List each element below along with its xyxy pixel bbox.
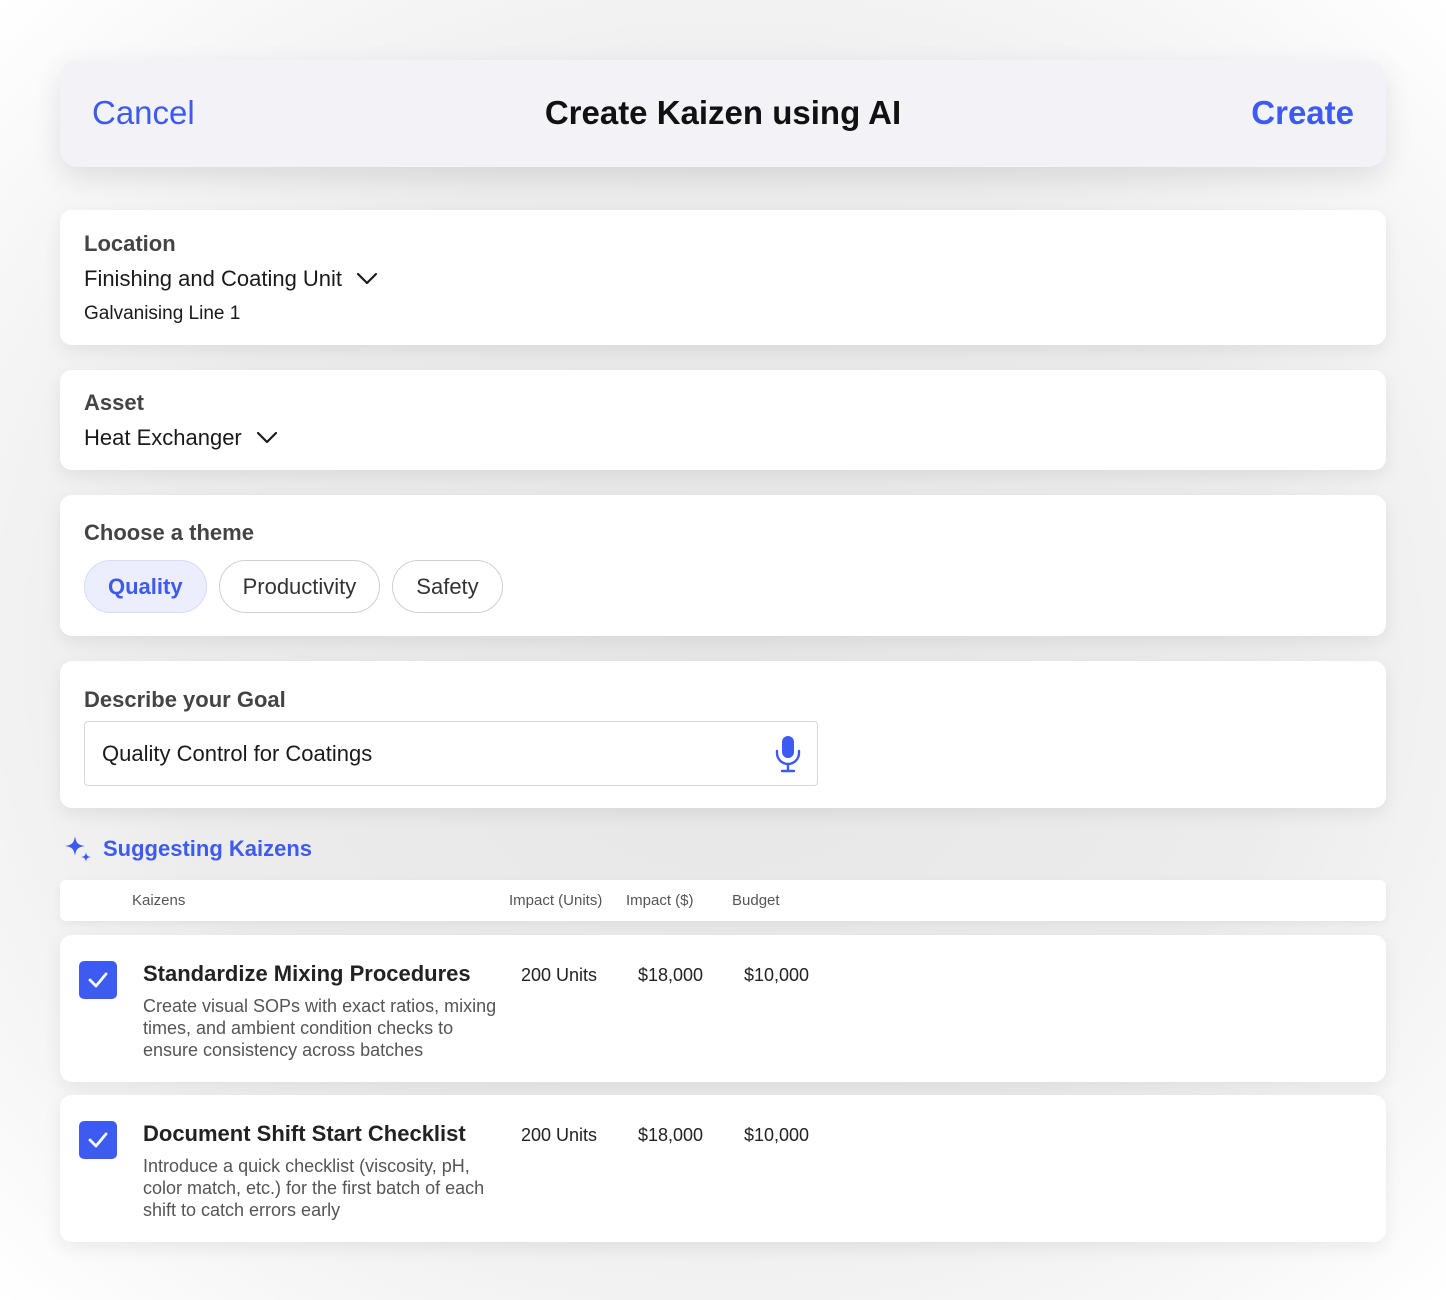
page-title: Create Kaizen using AI xyxy=(544,94,902,131)
kaizen-row: Document Shift Start Checklist Introduce… xyxy=(60,1095,1386,1242)
goal-input[interactable]: Quality Control for Coatings xyxy=(84,721,818,786)
location-card: Location Finishing and Coating Unit Galv… xyxy=(60,210,1386,345)
kaizen-description: Introduce a quick checklist (viscosity, … xyxy=(143,1156,485,1220)
goal-label: Describe your Goal xyxy=(84,687,286,712)
navigation-bar: Cancel Create Kaizen using AI Create xyxy=(60,60,1386,167)
microphone-icon[interactable] xyxy=(773,735,803,773)
create-button[interactable]: Create xyxy=(1251,94,1354,132)
kaizen-budget: $10,000 xyxy=(744,965,810,985)
kaizen-row: Standardize Mixing Procedures Create vis… xyxy=(60,935,1386,1082)
kaizen-title: Document Shift Start Checklist xyxy=(143,1121,466,1146)
chevron-down-icon xyxy=(356,272,378,285)
kaizen-table-header: Kaizens Impact (Units) Impact ($) Budget xyxy=(60,880,1386,921)
kaizen-row-checkbox[interactable] xyxy=(79,961,117,999)
column-header-impact-dollars: Impact ($) xyxy=(626,892,694,909)
kaizen-row-checkbox[interactable] xyxy=(79,1121,117,1159)
location-value: Finishing and Coating Unit xyxy=(84,266,343,291)
column-header-kaizens: Kaizens xyxy=(132,892,186,909)
sparkle-icon xyxy=(65,836,91,862)
theme-chip-group: Quality Productivity Safety xyxy=(84,560,503,613)
location-dropdown[interactable]: Finishing and Coating Unit xyxy=(84,266,378,292)
goal-input-value: Quality Control for Coatings xyxy=(102,740,373,766)
theme-card: Choose a theme Quality Productivity Safe… xyxy=(60,495,1386,636)
kaizen-impact-units: 200 Units xyxy=(521,1125,598,1145)
kaizen-budget: $10,000 xyxy=(744,1125,810,1145)
location-label: Location xyxy=(84,231,176,256)
suggesting-kaizens-heading: Suggesting Kaizens xyxy=(63,834,312,864)
column-header-impact-units: Impact (Units) xyxy=(509,892,603,909)
theme-chip-productivity[interactable]: Productivity xyxy=(218,560,381,613)
page-background: Cancel Create Kaizen using AI Create Loc… xyxy=(0,0,1446,1300)
column-header-budget: Budget xyxy=(732,892,780,909)
theme-chip-quality[interactable]: Quality xyxy=(84,560,207,613)
asset-card: Asset Heat Exchanger xyxy=(60,370,1386,470)
goal-card: Describe your Goal Quality Control for C… xyxy=(60,661,1386,808)
suggesting-kaizens-label: Suggesting Kaizens xyxy=(103,836,313,861)
kaizen-impact-dollars: $18,000 xyxy=(638,965,704,985)
theme-chip-safety[interactable]: Safety xyxy=(392,560,503,613)
theme-label: Choose a theme xyxy=(84,520,254,545)
kaizen-impact-dollars: $18,000 xyxy=(638,1125,704,1145)
kaizen-title: Standardize Mixing Procedures xyxy=(143,961,471,986)
kaizen-impact-units: 200 Units xyxy=(521,965,598,985)
chevron-down-icon xyxy=(256,431,277,444)
asset-value: Heat Exchanger xyxy=(84,425,242,450)
kaizen-description: Create visual SOPs with exact ratios, mi… xyxy=(143,996,497,1060)
asset-label: Asset xyxy=(84,390,144,415)
checkmark-icon xyxy=(88,1132,108,1148)
checkmark-icon xyxy=(88,972,108,988)
location-sublocation: Galvanising Line 1 xyxy=(84,303,241,324)
asset-dropdown[interactable]: Heat Exchanger xyxy=(84,425,278,451)
